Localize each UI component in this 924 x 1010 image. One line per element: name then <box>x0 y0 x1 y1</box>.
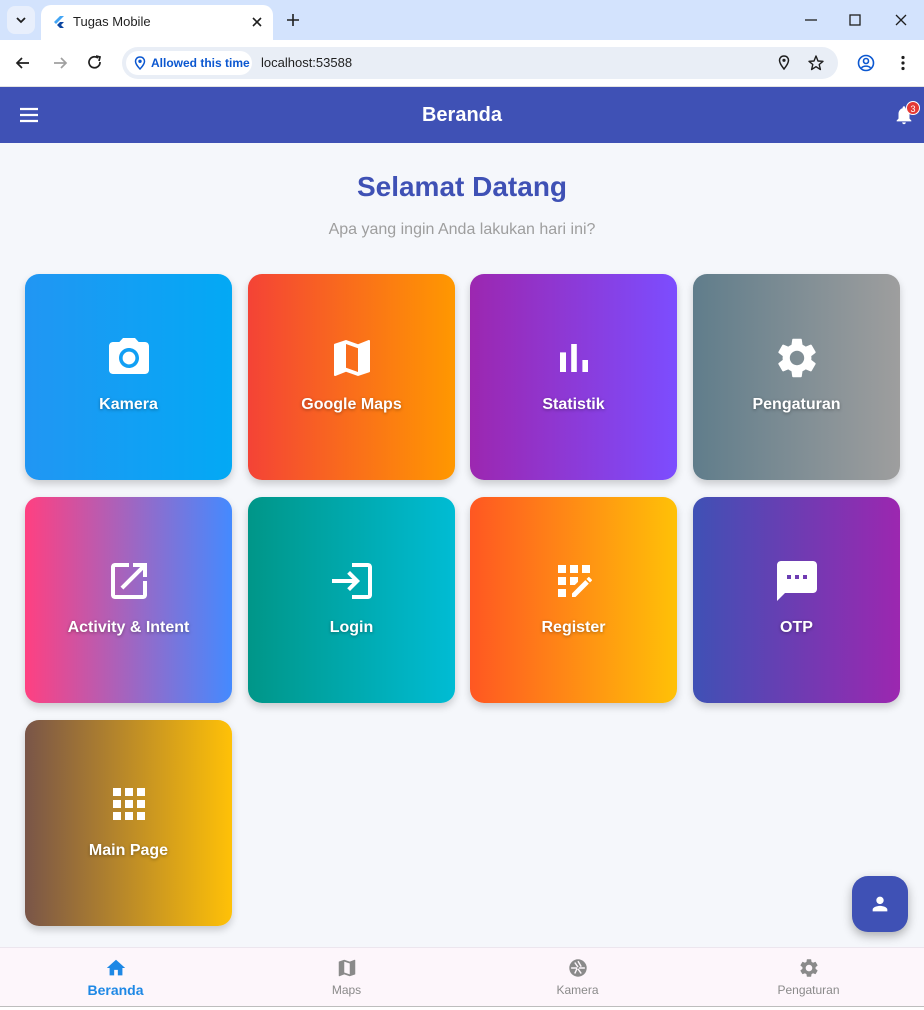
gear-icon <box>799 959 818 977</box>
browser-status-bar <box>0 1006 924 1010</box>
tab-search-button[interactable] <box>7 6 35 34</box>
nav-label: Maps <box>331 983 362 997</box>
main-content: Selamat Datang Apa yang ingin Anda lakuk… <box>0 143 924 947</box>
new-tab-icon[interactable] <box>283 10 303 30</box>
minimize-icon[interactable] <box>801 10 821 30</box>
sms-icon <box>776 561 817 601</box>
forward-arrow-icon[interactable] <box>50 53 70 73</box>
page-title: Beranda <box>421 104 503 126</box>
menu-card-label: Pengaturan <box>752 396 841 413</box>
home-icon <box>106 959 125 976</box>
menu-card-pengaturan[interactable]: Pengaturan <box>693 274 900 480</box>
welcome-heading: Selamat Datang <box>356 171 568 202</box>
menu-card-activity-intent[interactable]: Activity & Intent <box>25 497 232 703</box>
menu-card-label: Kamera <box>99 396 158 413</box>
apps-grid-icon <box>112 788 145 820</box>
nav-item-kamera[interactable]: Kamera <box>462 948 693 1007</box>
menu-card-main-page[interactable]: Main Page <box>25 720 232 926</box>
map-icon <box>338 959 355 977</box>
browser-tab[interactable]: Tugas Mobile <box>41 5 273 40</box>
menu-card-label: Statistik <box>542 396 605 413</box>
notification-button[interactable]: 3 <box>893 101 920 128</box>
welcome-subtitle: Apa yang ingin Anda lakukan hari ini? <box>328 221 596 238</box>
open-in-new-icon <box>110 563 147 599</box>
menu-card-login[interactable]: Login <box>248 497 455 703</box>
camera-shutter-icon <box>568 959 587 977</box>
menu-card-register[interactable]: Register <box>470 497 677 703</box>
location-icon[interactable] <box>775 54 793 72</box>
nav-item-beranda[interactable]: Beranda <box>0 948 231 1007</box>
menu-card-label: OTP <box>780 619 813 636</box>
bar-chart-icon <box>559 344 588 372</box>
bookmark-star-icon[interactable] <box>807 54 825 72</box>
profile-icon[interactable] <box>856 53 876 73</box>
profile-fab[interactable] <box>852 876 908 932</box>
login-icon <box>331 563 372 599</box>
tab-title: Tugas Mobile <box>73 14 151 29</box>
browser-titlebar: Tugas Mobile <box>0 0 924 40</box>
app-registration-icon <box>557 565 592 597</box>
nav-item-maps[interactable]: Maps <box>231 948 462 1007</box>
menu-card-label: Google Maps <box>301 396 402 413</box>
chevron-down-icon <box>16 17 26 24</box>
menu-card-statistik[interactable]: Statistik <box>470 274 677 480</box>
back-arrow-icon[interactable] <box>13 53 33 73</box>
window-close-icon[interactable] <box>891 10 911 30</box>
location-pin-icon <box>134 56 146 70</box>
menu-card-label: Register <box>541 619 606 636</box>
more-vert-icon[interactable] <box>893 53 913 73</box>
person-icon <box>872 896 888 912</box>
camera-icon <box>108 338 149 374</box>
url-text: localhost:53588 <box>261 55 353 70</box>
close-icon[interactable] <box>249 14 265 30</box>
menu-card-label: Login <box>329 619 374 636</box>
nav-label: Pengaturan <box>777 983 840 997</box>
address-bar[interactable]: Allowed this time localhost:53588 <box>122 47 838 79</box>
menu-card-google-maps[interactable]: Google Maps <box>248 274 455 480</box>
map-icon <box>333 340 370 376</box>
gear-icon <box>777 338 816 378</box>
browser-toolbar: Allowed this time localhost:53588 <box>0 40 924 87</box>
menu-card-label: Main Page <box>88 842 169 859</box>
menu-card-label: Activity & Intent <box>67 619 190 636</box>
app-bar: Beranda 3 <box>0 87 924 143</box>
permission-chip-label: Allowed this time <box>151 56 250 70</box>
bottom-navigation: Beranda Maps Kamera Pengaturan <box>0 947 924 1006</box>
notification-badge: 3 <box>906 101 920 115</box>
nav-item-pengaturan[interactable]: Pengaturan <box>693 948 924 1007</box>
permission-chip[interactable]: Allowed this time <box>126 51 252 75</box>
flutter-icon <box>54 16 64 28</box>
maximize-icon[interactable] <box>845 10 865 30</box>
nav-label: Beranda <box>87 982 144 998</box>
reload-icon[interactable] <box>85 53 105 73</box>
menu-card-kamera[interactable]: Kamera <box>25 274 232 480</box>
nav-label: Kamera <box>556 983 599 997</box>
menu-card-otp[interactable]: OTP <box>693 497 900 703</box>
